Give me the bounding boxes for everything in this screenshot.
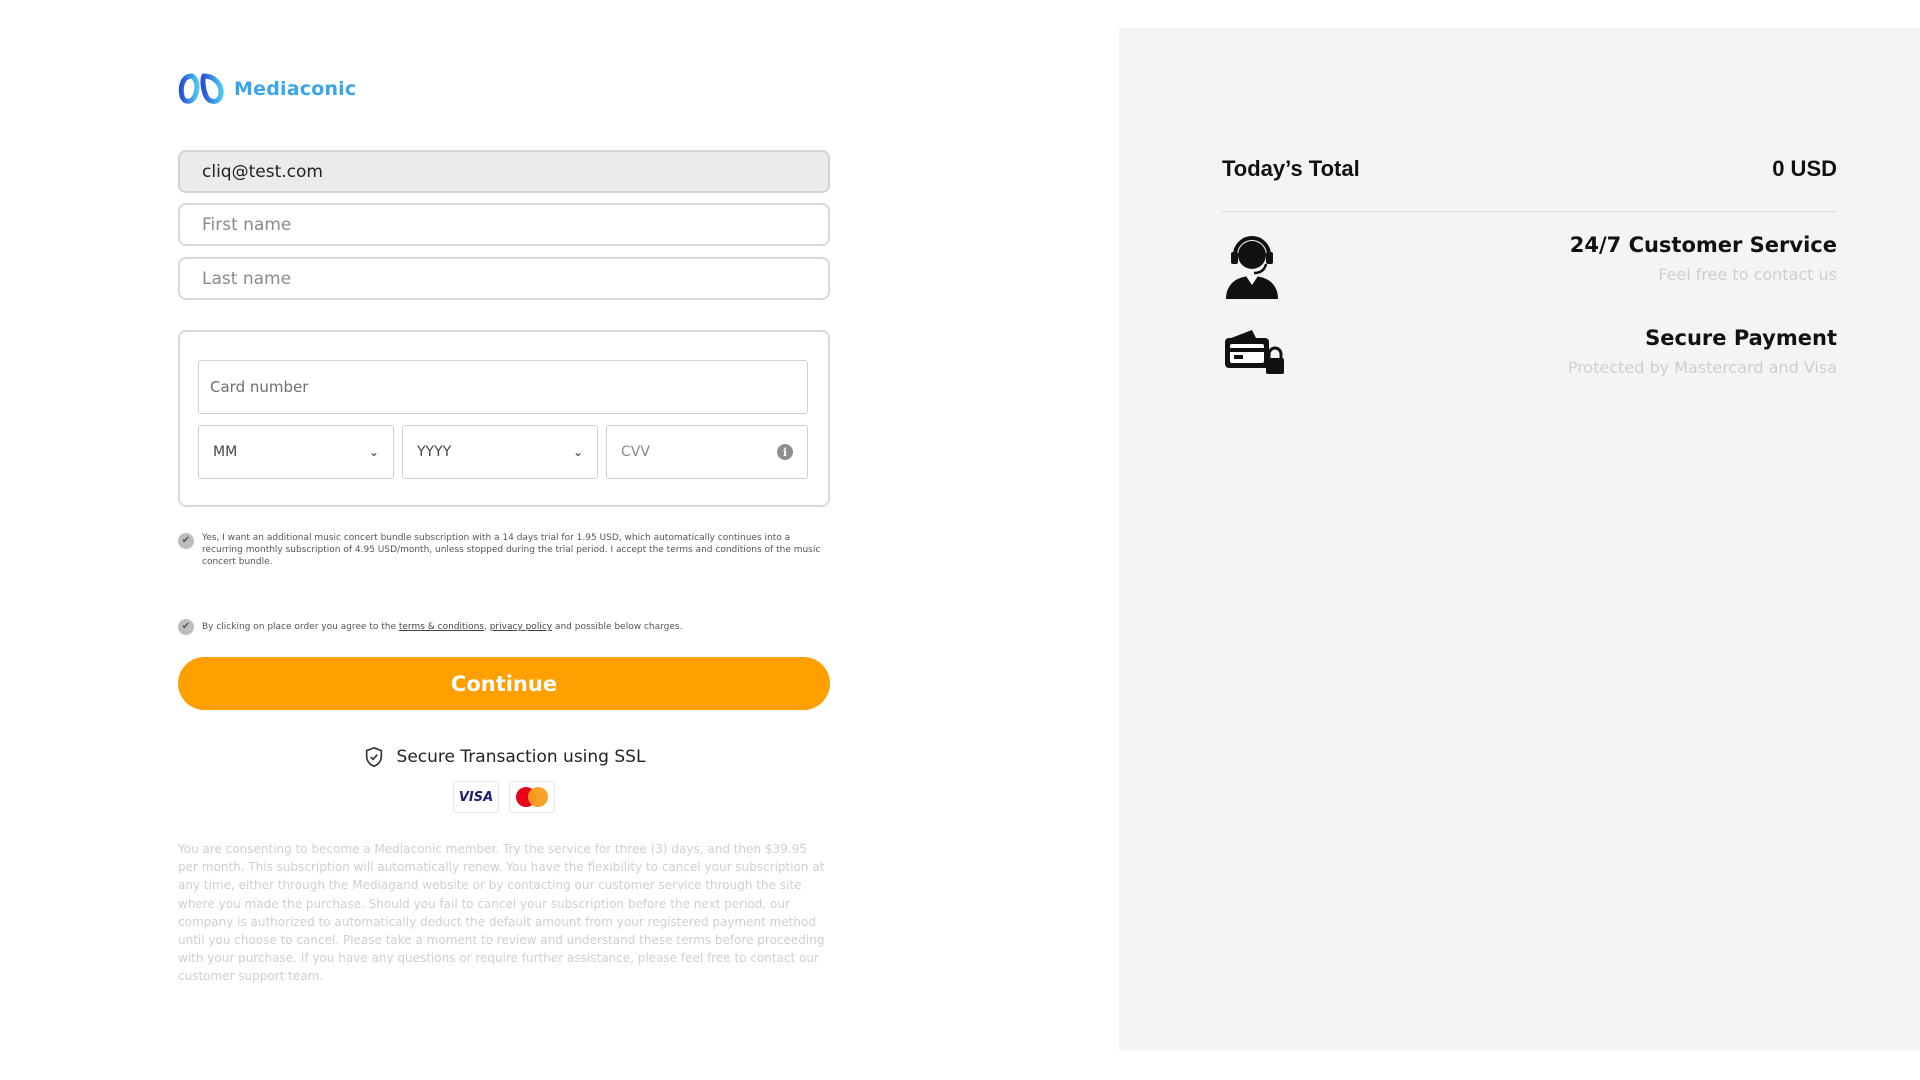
chevron-down-icon: ⌄ — [572, 445, 583, 459]
total-label: Today’s Total — [1222, 156, 1360, 181]
terms-consent: ✔ By clicking on place order you agree t… — [178, 619, 830, 635]
expiry-year-select[interactable]: YYYY ⌄ — [402, 425, 598, 479]
todays-total-row: Today’s Total 0 USD — [1222, 156, 1837, 182]
brand-logo: Mediaconic — [178, 72, 356, 106]
terms-consent-text: By clicking on place order you agree to … — [202, 621, 682, 633]
ssl-notice: Secure Transaction using SSL — [178, 746, 830, 768]
last-name-input[interactable]: Last name — [178, 257, 830, 300]
mastercard-icon — [516, 787, 548, 807]
email-field[interactable]: cliq@test.com — [178, 150, 830, 193]
chevron-down-icon: ⌄ — [368, 445, 379, 459]
info-icon[interactable]: i — [777, 444, 793, 460]
expiry-month-select[interactable]: MM ⌄ — [198, 425, 394, 479]
email-value: cliq@test.com — [202, 161, 323, 182]
brand-name: Mediaconic — [234, 78, 357, 100]
headset-agent-icon — [1226, 236, 1278, 299]
terms-consent-checkbox[interactable]: ✔ — [178, 619, 194, 635]
continue-button[interactable]: Continue — [178, 657, 830, 710]
cvv-placeholder: CVV — [621, 444, 650, 460]
terms-prefix: By clicking on place order you agree to … — [202, 622, 399, 632]
feature-subtitle: Feel free to contact us — [1658, 265, 1837, 284]
bundle-consent: ✔ Yes, I want an additional music concer… — [178, 532, 830, 568]
card-details-box: Card number MM ⌄ YYYY ⌄ CVV i — [178, 330, 830, 507]
shield-check-icon — [365, 746, 382, 768]
terms-link[interactable]: terms & conditions — [399, 622, 484, 632]
summary-divider — [1222, 211, 1837, 212]
feature-subtitle: Protected by Mastercard and Visa — [1567, 358, 1837, 377]
total-value: 0 USD — [1772, 156, 1837, 181]
privacy-link[interactable]: privacy policy — [490, 622, 552, 632]
bundle-consent-text: Yes, I want an additional music concert … — [202, 533, 821, 567]
visa-label: VISA — [458, 789, 494, 805]
mediaconic-logo-icon — [178, 73, 224, 104]
feature-title: 24/7 Customer Service — [1569, 233, 1837, 257]
ssl-text: Secure Transaction using SSL — [396, 747, 646, 767]
expiry-year-value: YYYY — [417, 444, 452, 460]
last-name-placeholder: Last name — [202, 268, 292, 289]
bundle-consent-checkbox[interactable]: ✔ — [178, 533, 194, 549]
first-name-placeholder: First name — [202, 214, 292, 235]
cvv-input[interactable]: CVV i — [606, 425, 808, 479]
credit-card-lock-icon — [1225, 330, 1284, 374]
feature-title: Secure Payment — [1645, 326, 1837, 350]
feature-secure-payment-text: Secure Payment Protected by Mastercard a… — [1568, 326, 1837, 377]
visa-logo: VISA — [453, 781, 499, 813]
order-summary-panel: Today’s Total 0 USD 24/7 Customer Servic… — [1119, 28, 1920, 1050]
first-name-input[interactable]: First name — [178, 203, 830, 246]
feature-customer-service-text: 24/7 Customer Service Feel free to conta… — [1570, 233, 1837, 284]
legal-disclaimer: You are consenting to become a Mediaconi… — [178, 842, 825, 984]
card-brands: VISA — [453, 781, 555, 813]
card-number-input[interactable]: Card number — [198, 360, 808, 414]
expiry-month-value: MM — [213, 444, 238, 460]
feature-customer-service: 24/7 Customer Service Feel free to conta… — [1222, 233, 1837, 303]
card-number-placeholder: Card number — [210, 378, 309, 396]
feature-secure-payment: Secure Payment Protected by Mastercard a… — [1222, 326, 1837, 396]
mastercard-logo — [509, 781, 555, 813]
terms-suffix: and possible below charges. — [552, 622, 683, 632]
